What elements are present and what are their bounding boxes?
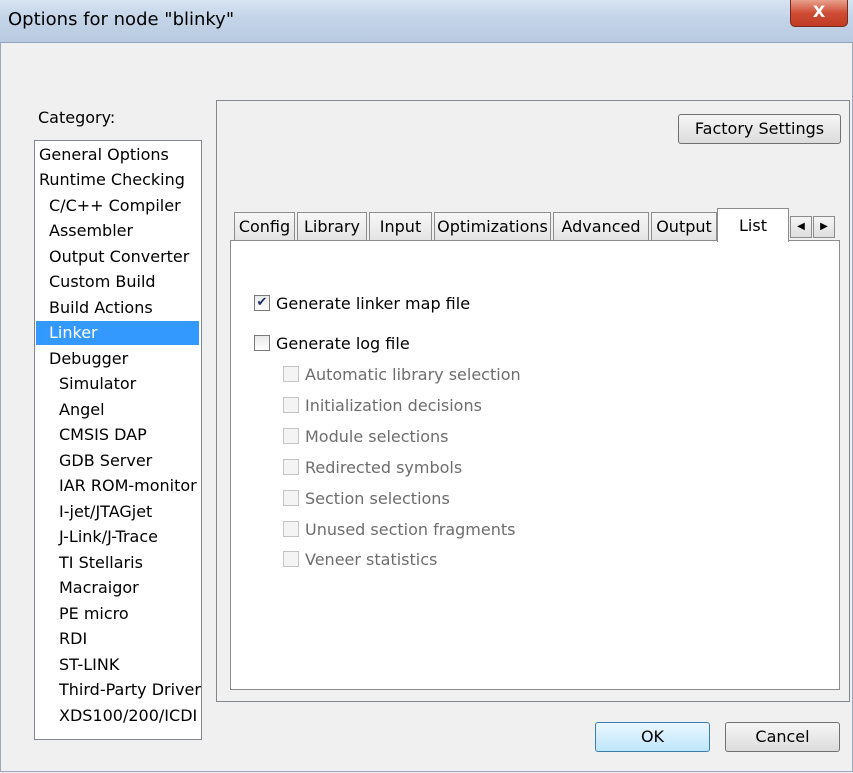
log-option-label: Veneer statistics <box>305 550 438 569</box>
tab-scroll-left-button[interactable]: ◀ <box>790 216 812 238</box>
tab-list[interactable]: List <box>717 208 789 242</box>
category-item-rdi[interactable]: RDI <box>36 627 222 651</box>
generate-linker-map-label: Generate linker map file <box>276 294 471 313</box>
generate-log-checkbox[interactable] <box>254 335 270 351</box>
window-title: Options for node "blinky" <box>8 9 235 30</box>
category-item-xds100-200-icdi[interactable]: XDS100/200/ICDI <box>36 704 222 728</box>
log-option-label: Redirected symbols <box>305 458 463 477</box>
category-item-build-actions[interactable]: Build Actions <box>36 296 212 320</box>
log-option-label: Automatic library selection <box>305 365 521 384</box>
category-item-general-options[interactable]: General Options <box>36 143 202 167</box>
cancel-button[interactable]: Cancel <box>725 722 840 752</box>
title-bar: Options for node "blinky" <box>0 0 853 43</box>
category-item-angel[interactable]: Angel <box>36 398 222 422</box>
disabled-checkbox <box>283 428 299 444</box>
tab-config[interactable]: Config <box>234 212 295 240</box>
category-item-pe-micro[interactable]: PE micro <box>36 602 222 626</box>
category-item-simulator[interactable]: Simulator <box>36 372 222 396</box>
log-option-label: Initialization decisions <box>305 396 482 415</box>
category-item-custom-build[interactable]: Custom Build <box>36 270 212 294</box>
log-option-label: Module selections <box>305 427 449 446</box>
disabled-checkbox <box>283 521 299 537</box>
tab-library[interactable]: Library <box>297 212 367 240</box>
tab-advanced[interactable]: Advanced <box>553 212 649 240</box>
category-item-cmsis-dap[interactable]: CMSIS DAP <box>36 423 222 447</box>
category-item-assembler[interactable]: Assembler <box>36 219 212 243</box>
disabled-checkbox <box>283 551 299 567</box>
category-item-i-jet-jtagjet[interactable]: I-jet/JTAGjet <box>36 500 222 524</box>
category-item-st-link[interactable]: ST-LINK <box>36 653 222 677</box>
close-button[interactable]: X <box>790 0 848 27</box>
category-item-ti-stellaris[interactable]: TI Stellaris <box>36 551 222 575</box>
category-item-c-cpp-compiler[interactable]: C/C++ Compiler <box>36 194 212 218</box>
log-option-label: Section selections <box>305 489 450 508</box>
disabled-checkbox <box>283 397 299 413</box>
disabled-checkbox <box>283 459 299 475</box>
disabled-checkbox <box>283 366 299 382</box>
category-list[interactable]: General Options Runtime Checking C/C++ C… <box>34 140 202 740</box>
tab-output[interactable]: Output <box>651 212 717 240</box>
category-item-runtime-checking[interactable]: Runtime Checking <box>36 168 202 192</box>
category-label: Category: <box>38 108 116 127</box>
disabled-checkbox <box>283 490 299 506</box>
tab-scroll-right-button[interactable]: ▶ <box>813 216 835 238</box>
category-item-third-party-driver[interactable]: Third-Party Driver <box>36 678 222 702</box>
category-item-debugger[interactable]: Debugger <box>36 347 212 371</box>
category-item-macraigor[interactable]: Macraigor <box>36 576 222 600</box>
tab-scroll-buttons: ◀ ▶ <box>790 216 836 238</box>
category-item-linker[interactable]: Linker <box>36 321 199 345</box>
generate-linker-map-checkbox[interactable]: ✔ <box>254 295 270 311</box>
factory-settings-button[interactable]: Factory Settings <box>678 114 841 144</box>
category-item-output-converter[interactable]: Output Converter <box>36 245 212 269</box>
log-option-label: Unused section fragments <box>305 520 516 539</box>
tab-input[interactable]: Input <box>369 212 432 240</box>
category-item-gdb-server[interactable]: GDB Server <box>36 449 222 473</box>
category-item-j-link-j-trace[interactable]: J-Link/J-Trace <box>36 525 222 549</box>
tab-optimizations[interactable]: Optimizations <box>434 212 551 240</box>
ok-button[interactable]: OK <box>595 722 710 752</box>
generate-log-label: Generate log file <box>276 334 410 353</box>
category-item-iar-rom-monitor[interactable]: IAR ROM-monitor <box>36 474 222 498</box>
